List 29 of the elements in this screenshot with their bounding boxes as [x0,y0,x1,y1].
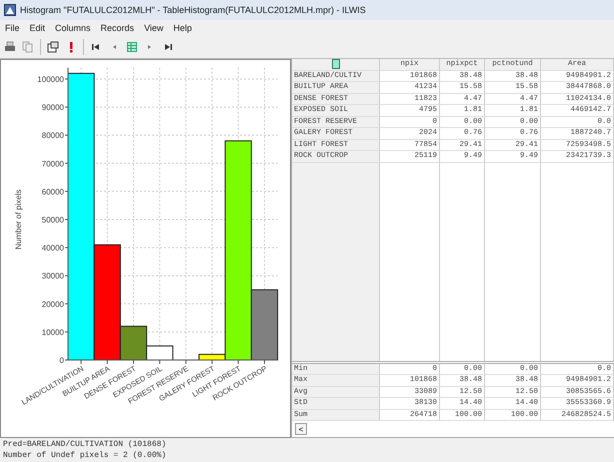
y-tick-label: 70000 [42,159,64,168]
y-tick-label: 60000 [42,187,64,196]
status-text: Number of Undef pixels = 2 (0.00%) [3,450,168,461]
menu-item[interactable]: File [5,23,20,33]
app-icon [4,4,16,16]
printer-icon[interactable] [4,41,16,53]
properties-icon[interactable] [47,41,59,53]
y-tick-label: 10000 [42,328,64,337]
y-tick-label: 80000 [42,131,64,140]
table-icon[interactable] [126,41,138,53]
menu-item[interactable]: Columns [55,23,91,33]
menu-item[interactable]: View [144,23,164,33]
last-record-icon[interactable] [162,41,174,53]
scroll-left-button[interactable]: < [295,423,307,435]
status-text: Pred=BARELAND/CULTIVATION (101868) [3,439,168,450]
y-tick-label: 90000 [42,103,64,112]
y-tick-label: 100000 [37,75,64,84]
y-axis-title: Number of pixels [14,189,23,250]
menu-item[interactable]: Records [100,23,134,33]
y-tick-label: 0 [60,356,64,365]
y-tick-label: 20000 [42,300,64,309]
y-tick-label: 50000 [42,216,64,224]
menu-item[interactable]: Help [173,23,192,33]
table-icon[interactable] [332,59,340,69]
first-record-icon[interactable] [90,41,102,53]
y-tick-label: 40000 [42,244,64,253]
menu-item[interactable]: Edit [30,23,46,33]
window-title: Histogram "FUTALULC2012MLH" - TableHistogram(FUTALULC2012MLH.mpr) - ILWIS [20,5,366,15]
y-tick-label: 30000 [42,272,64,281]
